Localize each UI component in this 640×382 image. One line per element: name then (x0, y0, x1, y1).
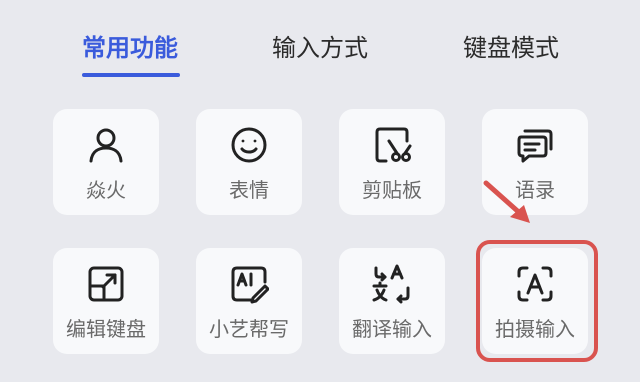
active-tab-indicator (82, 73, 180, 77)
annotation-arrow-icon (478, 175, 538, 235)
scissors-clipboard-icon (372, 125, 412, 165)
tile-label: 表情 (229, 178, 269, 202)
translate-icon (372, 264, 412, 304)
tile-edit-keyboard[interactable]: 编辑键盘 (53, 248, 159, 354)
tile-huohuo[interactable]: 焱火 (53, 109, 159, 215)
tile-label: 剪贴板 (362, 178, 422, 202)
tab-common-functions[interactable]: 常用功能 (74, 30, 186, 66)
chat-bubbles-icon (515, 125, 555, 165)
tile-label: 小艺帮写 (209, 317, 289, 341)
camera-text-icon (515, 264, 555, 304)
smiley-icon (229, 125, 269, 165)
tile-label: 拍摄输入 (495, 317, 575, 341)
tile-label: 翻译输入 (352, 317, 432, 341)
tile-camera-input[interactable]: 拍摄输入 (482, 248, 588, 354)
person-icon (86, 125, 126, 165)
tab-bar: 常用功能 输入方式 键盘模式 (0, 0, 640, 90)
tile-translate-input[interactable]: 翻译输入 (339, 248, 445, 354)
ai-write-icon (229, 264, 269, 304)
edit-keyboard-icon (86, 264, 126, 304)
tile-ai-write[interactable]: 小艺帮写 (196, 248, 302, 354)
tile-label: 焱火 (86, 178, 126, 202)
tab-input-methods[interactable]: 输入方式 (264, 30, 376, 66)
tab-keyboard-mode[interactable]: 键盘模式 (455, 30, 567, 66)
tile-clipboard[interactable]: 剪贴板 (339, 109, 445, 215)
tile-emoji[interactable]: 表情 (196, 109, 302, 215)
tile-label: 编辑键盘 (66, 317, 146, 341)
